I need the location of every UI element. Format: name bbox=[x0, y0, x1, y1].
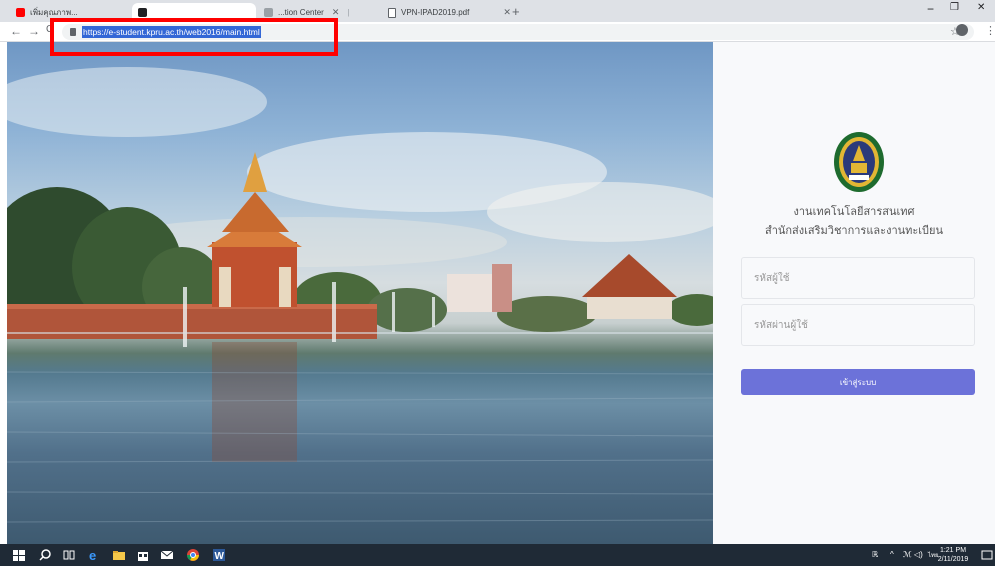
file-explorer-icon[interactable] bbox=[112, 548, 126, 562]
login-panel: งานเทคโนโลยีสารสนเทศ สำนักส่งเสริมวิชากา… bbox=[713, 42, 995, 544]
close-tab-icon[interactable]: ✕ bbox=[503, 7, 510, 18]
document-icon bbox=[388, 7, 396, 18]
show-hidden-icons-chevron-icon[interactable]: ^ bbox=[890, 550, 894, 559]
campus-photo bbox=[7, 42, 713, 544]
university-seal-icon bbox=[834, 132, 884, 192]
svg-text:e: e bbox=[89, 548, 96, 562]
notification-center-icon[interactable] bbox=[980, 548, 994, 562]
clock-date: 2/11/2019 bbox=[937, 556, 969, 563]
windows-start-icon[interactable] bbox=[12, 548, 26, 562]
youtube-icon bbox=[16, 8, 25, 17]
back-button[interactable]: ← bbox=[10, 24, 22, 38]
forward-button[interactable]: → bbox=[28, 24, 40, 38]
office-name: สำนักส่งเสริมวิชาการและงานทะเบียน bbox=[764, 225, 944, 237]
tab-label: ...tion Center bbox=[278, 8, 324, 17]
restore-button[interactable]: ❐ bbox=[950, 2, 959, 13]
page-icon bbox=[264, 8, 273, 17]
login-button[interactable]: เข้าสู่ระบบ bbox=[741, 369, 975, 395]
word-icon[interactable]: W bbox=[212, 548, 226, 562]
minimize-button[interactable]: − bbox=[927, 2, 934, 16]
edge-icon[interactable]: e bbox=[88, 548, 102, 562]
search-icon[interactable] bbox=[38, 548, 52, 562]
task-view-icon[interactable] bbox=[62, 548, 76, 562]
browser-menu-icon[interactable]: ⋮ bbox=[985, 24, 995, 37]
svg-text:W: W bbox=[215, 551, 225, 562]
new-tab-button[interactable]: + bbox=[512, 4, 520, 19]
username-input[interactable] bbox=[741, 257, 975, 299]
store-icon[interactable] bbox=[136, 548, 150, 562]
tab-separator: | bbox=[347, 8, 350, 17]
clock-time: 1:21 PM bbox=[939, 547, 967, 554]
chrome-icon[interactable] bbox=[186, 548, 200, 562]
system-clock[interactable]: 1:21 PM 2/11/2019 bbox=[934, 546, 972, 564]
close-tab-icon[interactable]: ✕ bbox=[332, 7, 340, 18]
close-window-button[interactable]: ✕ bbox=[977, 2, 985, 13]
highlight-box bbox=[50, 18, 338, 56]
windows-taskbar: e W ℝ ^ ℳ ◁) ไทย 1:21 PM 2/11/2019 bbox=[0, 544, 995, 566]
password-input[interactable] bbox=[741, 304, 975, 346]
people-icon[interactable]: ℝ bbox=[872, 550, 878, 559]
page-icon bbox=[138, 8, 147, 17]
tab-vpn-pdf[interactable]: VPN-IPAD2019.pdf ✕ | bbox=[382, 3, 510, 22]
network-icon[interactable]: ℳ bbox=[903, 550, 912, 559]
department-name: งานเทคโนโลยีสารสนเทศ bbox=[793, 206, 915, 218]
tab-label: VPN-IPAD2019.pdf bbox=[401, 8, 470, 17]
volume-icon[interactable]: ◁) bbox=[914, 550, 923, 559]
mail-icon[interactable] bbox=[160, 548, 174, 562]
campus-photo-illustration bbox=[7, 67, 713, 523]
profile-icon[interactable] bbox=[956, 24, 968, 36]
